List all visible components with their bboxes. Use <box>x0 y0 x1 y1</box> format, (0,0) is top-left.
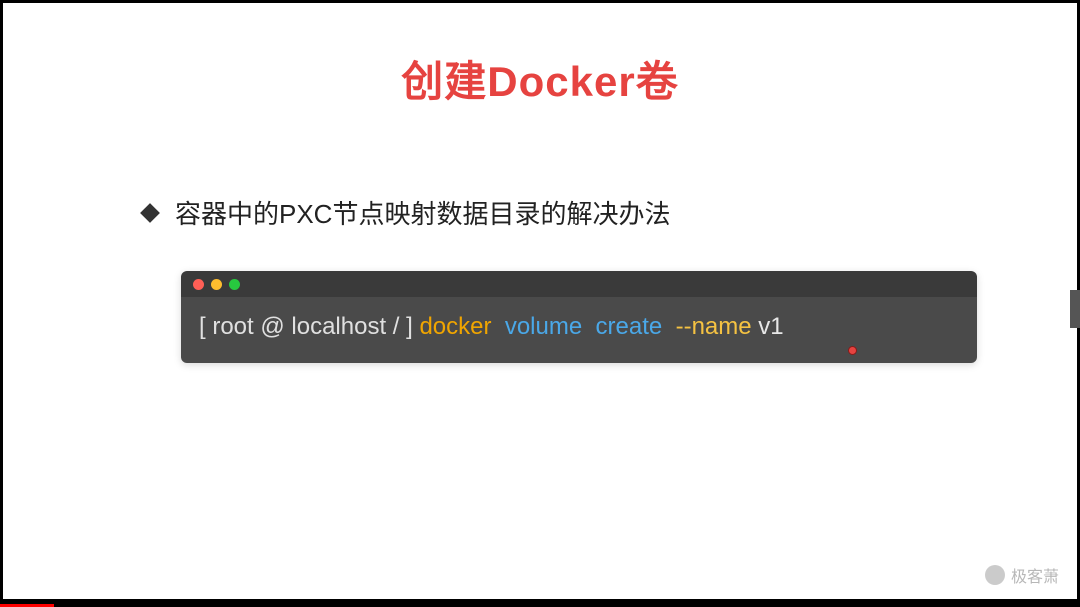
bullet-row: 容器中的PXC节点映射数据目录的解决办法 <box>143 194 1077 231</box>
slide-container: 创建Docker卷 容器中的PXC节点映射数据目录的解决办法 [ root @ … <box>3 3 1077 599</box>
watermark: 极客萧 <box>985 563 1059 587</box>
slide-title: 创建Docker卷 <box>3 3 1077 109</box>
cmd-create: create <box>596 313 676 341</box>
watermark-icon <box>985 565 1005 585</box>
diamond-bullet-icon <box>140 203 160 223</box>
maximize-icon <box>229 279 240 290</box>
cmd-volume-name: v1 <box>758 313 783 341</box>
close-icon <box>193 279 204 290</box>
bullet-text: 容器中的PXC节点映射数据目录的解决办法 <box>175 194 670 231</box>
minimize-icon <box>211 279 222 290</box>
cmd-name-flag: --name <box>676 313 759 341</box>
terminal-header <box>181 271 977 297</box>
cursor-indicator-icon <box>848 346 857 355</box>
cmd-docker: docker <box>419 313 504 341</box>
side-tab <box>1070 290 1080 328</box>
cmd-volume: volume <box>505 313 596 341</box>
terminal-prompt: [ root @ localhost / ] <box>199 313 419 341</box>
terminal-body: [ root @ localhost / ] docker volume cre… <box>181 297 977 363</box>
terminal-window: [ root @ localhost / ] docker volume cre… <box>181 271 977 363</box>
watermark-text: 极客萧 <box>1011 563 1059 587</box>
